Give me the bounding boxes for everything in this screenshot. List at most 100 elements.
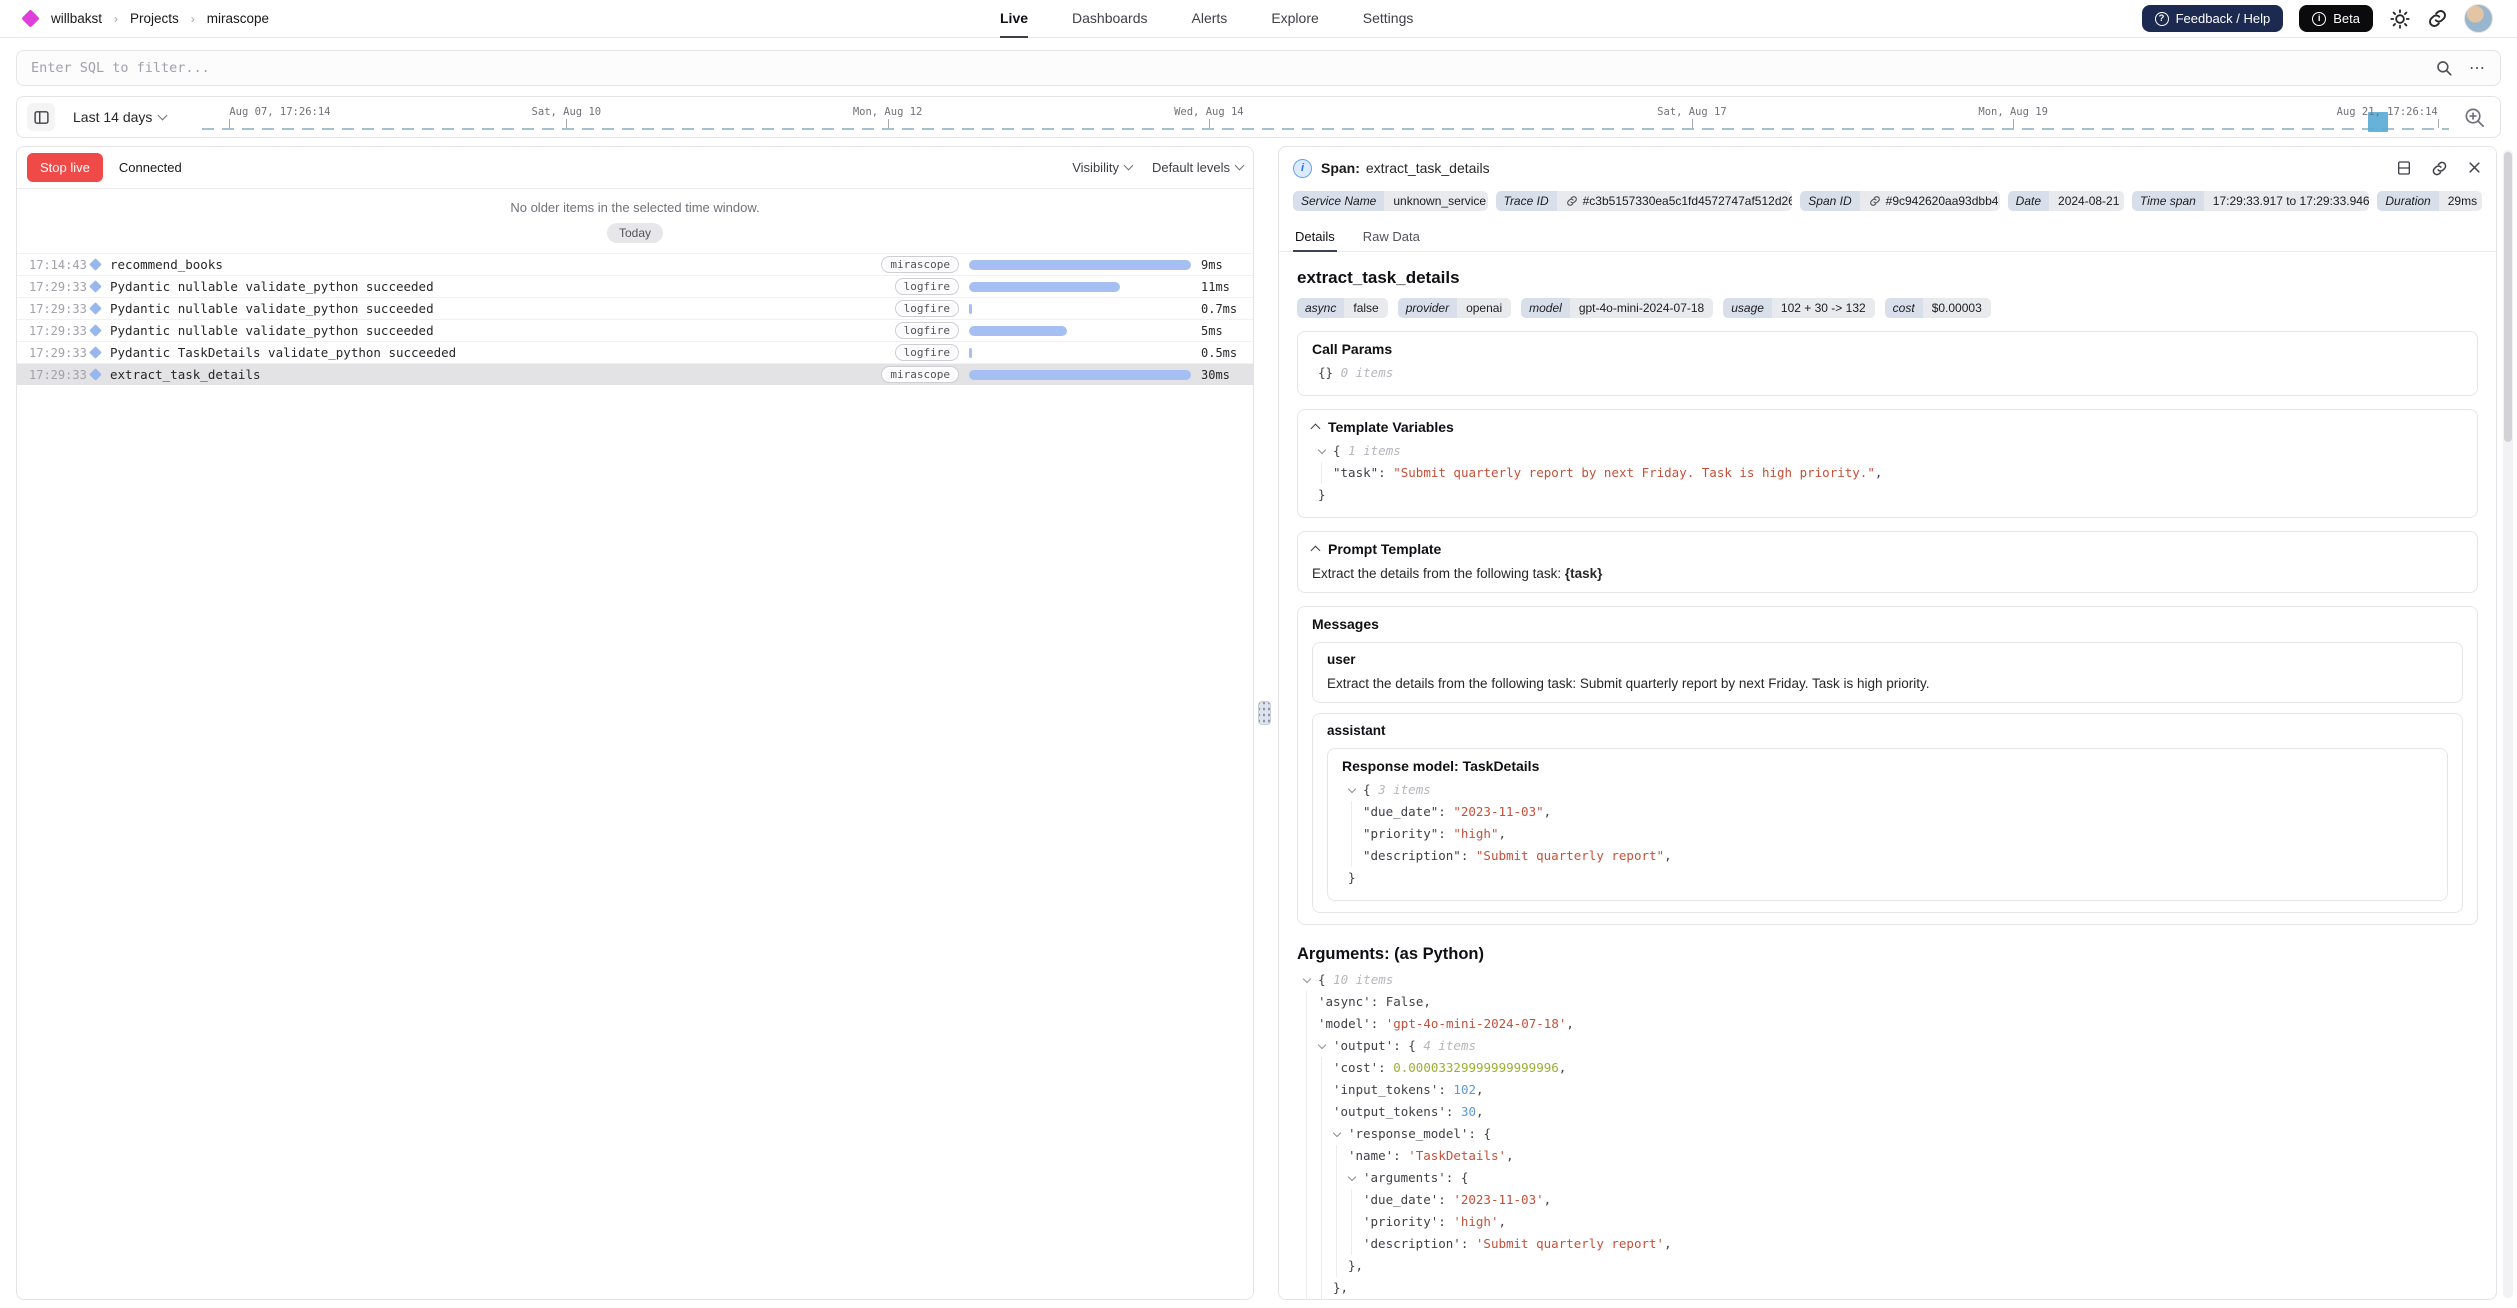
response-model-json[interactable]: { 3 items"due_date": "2023-11-03","prior… <box>1342 779 2433 889</box>
span-row-name: recommend_books <box>110 257 867 272</box>
span-row[interactable]: 17:14:43recommend_booksmirascope9ms <box>17 253 1253 275</box>
template-variables-json[interactable]: { 1 items"task": "Submit quarterly repor… <box>1312 440 2463 506</box>
nav-tab-live[interactable]: Live <box>1000 0 1028 38</box>
scrollbar-thumb[interactable] <box>2504 152 2512 442</box>
copy-link-icon[interactable] <box>2431 160 2448 177</box>
collapse-chevron-icon[interactable] <box>1348 785 1356 793</box>
meta-time-span[interactable]: Time span17:29:33.917 to 17:29:33.946 <box>2132 191 2369 211</box>
indent-guide <box>1351 1233 1352 1255</box>
user-avatar[interactable] <box>2464 4 2493 33</box>
tab-raw-data[interactable]: Raw Data <box>1361 222 1422 252</box>
chevron-down-icon <box>158 110 168 120</box>
indent-guide <box>1306 1277 1307 1299</box>
span-diamond-icon <box>89 324 102 337</box>
meta-date-value: 2024-08-21 <box>2049 191 2124 211</box>
span-row-tag-col: logfire <box>867 344 959 361</box>
span-list: 17:14:43recommend_booksmirascope9ms17:29… <box>17 253 1253 385</box>
collapse-chevron-icon[interactable] <box>1333 1129 1341 1137</box>
indent-guide <box>1321 1079 1322 1101</box>
span-row-tag-col: logfire <box>867 322 959 339</box>
tab-details[interactable]: Details <box>1293 222 1337 252</box>
meta-trace-id[interactable]: Trace ID#c3b5157330ea5c1fd4572747af512d2… <box>1496 191 1793 211</box>
share-link-icon[interactable] <box>2427 8 2448 29</box>
collapse-chevron-icon[interactable] <box>1318 446 1326 454</box>
visibility-dropdown[interactable]: Visibility <box>1072 160 1132 175</box>
meta-duration-value: 29ms <box>2439 191 2482 211</box>
template-variables-section: Template Variables { 1 items"task": "Sub… <box>1297 409 2478 518</box>
badge-model[interactable]: modelgpt-4o-mini-2024-07-18 <box>1521 298 1713 318</box>
badge-provider[interactable]: provideropenai <box>1398 298 1511 318</box>
close-icon[interactable] <box>2467 160 2482 177</box>
span-detail-body[interactable]: extract_task_details asyncfalseprovidero… <box>1279 252 2496 1299</box>
code-line: 'model': 'gpt-4o-mini-2024-07-18', <box>1297 1013 2478 1035</box>
nav-tab-explore[interactable]: Explore <box>1271 0 1318 38</box>
meta-service-name[interactable]: Service Nameunknown_service <box>1293 191 1488 211</box>
span-row[interactable]: 17:29:33Pydantic nullable validate_pytho… <box>17 319 1253 341</box>
nav-tab-alerts[interactable]: Alerts <box>1192 0 1228 38</box>
stop-live-button[interactable]: Stop live <box>27 153 103 182</box>
indent-guide <box>1321 1189 1322 1211</box>
user-message-text: Extract the details from the following t… <box>1327 676 2448 691</box>
nav-tab-settings[interactable]: Settings <box>1363 0 1414 38</box>
time-range-dropdown[interactable]: Last 14 days <box>73 109 166 125</box>
collapse-chevron-icon[interactable] <box>1318 1041 1326 1049</box>
indent-guide <box>1306 1189 1307 1211</box>
search-icon[interactable] <box>2435 59 2453 77</box>
info-icon: i <box>2312 12 2326 26</box>
collapse-chevron-icon[interactable] <box>1348 1173 1356 1181</box>
arguments-python[interactable]: { 10 items'async': False,'model': 'gpt-4… <box>1297 969 2478 1299</box>
sql-filter-input[interactable]: Enter SQL to filter... ⋯ <box>16 50 2501 86</box>
tick-label: Aug 21, 17:26:14 <box>2337 106 2438 118</box>
meta-span-id[interactable]: Span ID#9c942620aa93dbb4 <box>1800 191 1999 211</box>
breadcrumb-project-name[interactable]: mirascope <box>207 11 269 26</box>
code-line: {} 0 items <box>1312 362 2463 384</box>
breadcrumb-projects[interactable]: Projects <box>130 11 179 26</box>
span-row-tag-col: logfire <box>867 278 959 295</box>
breadcrumb-org[interactable]: willbakst <box>51 11 102 26</box>
tick-label: Aug 07, 17:26:14 <box>229 106 330 118</box>
call-params-heading: Call Params <box>1312 341 1392 357</box>
badge-cost[interactable]: cost$0.00003 <box>1885 298 1991 318</box>
span-row[interactable]: 17:29:33extract_task_detailsmirascope30m… <box>17 363 1253 385</box>
span-row[interactable]: 17:29:33Pydantic nullable validate_pytho… <box>17 297 1253 319</box>
badge-async[interactable]: asyncfalse <box>1297 298 1388 318</box>
code-line: 'output_tokens': 30, <box>1297 1101 2478 1123</box>
collapse-icon[interactable] <box>1311 546 1321 556</box>
connection-status: Connected <box>119 160 182 175</box>
collapse-chevron-icon[interactable] <box>1303 975 1311 983</box>
tick-mark <box>2013 119 2014 128</box>
assistant-role-label: assistant <box>1327 723 2448 738</box>
nav-tab-dashboards[interactable]: Dashboards <box>1072 0 1148 38</box>
timeline-track[interactable]: Aug 07, 17:26:14Sat, Aug 10Mon, Aug 12We… <box>202 97 2449 137</box>
splitter-drag-handle[interactable] <box>1258 701 1271 725</box>
scrollbar-track[interactable] <box>2503 150 2513 1298</box>
zoom-in-icon[interactable] <box>2463 106 2486 129</box>
span-duration-bar <box>969 304 972 314</box>
beta-badge[interactable]: i Beta <box>2299 5 2373 32</box>
meta-trace-id-value: #c3b5157330ea5c1fd4572747af512d26 <box>1557 191 1793 211</box>
span-row[interactable]: 17:29:33Pydantic nullable validate_pytho… <box>17 275 1253 297</box>
badge-usage[interactable]: usage102 + 30 -> 132 <box>1723 298 1874 318</box>
feedback-help-button[interactable]: ? Feedback / Help <box>2142 5 2284 32</box>
default-levels-dropdown[interactable]: Default levels <box>1152 160 1243 175</box>
prompt-template-heading: Prompt Template <box>1328 541 1441 557</box>
more-options-icon[interactable]: ⋯ <box>2469 58 2486 78</box>
tick-mark <box>1692 119 1693 128</box>
meta-date[interactable]: Date2024-08-21 <box>2008 191 2124 211</box>
span-duration-bar <box>969 370 1191 380</box>
code-line: "description": "Submit quarterly report"… <box>1342 845 2433 867</box>
collapse-icon[interactable] <box>1311 424 1321 434</box>
code-line: { 10 items <box>1297 969 2478 991</box>
theme-toggle-icon[interactable] <box>2389 8 2411 30</box>
call-params-json: {} 0 items <box>1312 362 2463 384</box>
sidebar-toggle-icon[interactable] <box>27 103 55 131</box>
logfire-logo-icon[interactable] <box>21 9 39 27</box>
span-row[interactable]: 17:29:33Pydantic TaskDetails validate_py… <box>17 341 1253 363</box>
meta-duration[interactable]: Duration29ms <box>2377 191 2482 211</box>
meta-date-label: Date <box>2008 191 2049 211</box>
indent-guide <box>1321 1057 1322 1079</box>
indent-guide <box>1321 1277 1322 1299</box>
span-diamond-icon <box>89 302 102 315</box>
messages-heading: Messages <box>1312 616 1379 632</box>
dock-panel-icon[interactable] <box>2396 160 2412 177</box>
